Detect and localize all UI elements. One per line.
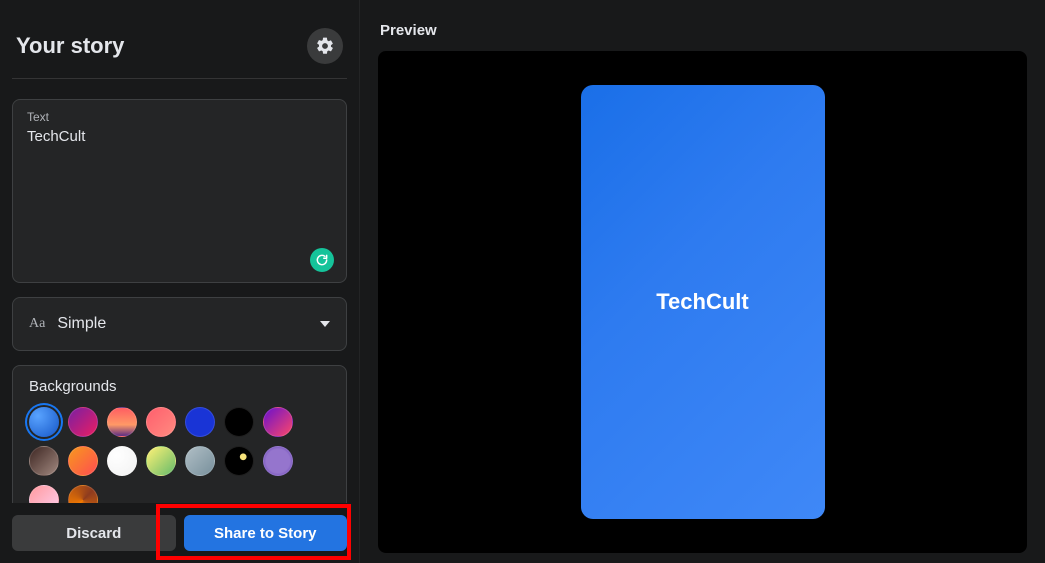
font-icon: Aa [29, 316, 45, 332]
sidebar-footer: Discard Share to Story [0, 503, 359, 563]
background-swatch[interactable] [146, 407, 176, 437]
text-field-value: TechCult [27, 128, 332, 145]
background-swatch[interactable] [185, 407, 215, 437]
background-swatch[interactable] [68, 407, 98, 437]
background-swatch-grid [29, 407, 330, 515]
background-swatch[interactable] [224, 446, 254, 476]
font-selector-value: Simple [57, 315, 106, 333]
chevron-down-icon [320, 321, 330, 327]
grammarly-icon[interactable] [310, 248, 334, 272]
preview-stage: TechCult [378, 51, 1027, 553]
page-title: Your story [16, 33, 124, 59]
backgrounds-title: Backgrounds [29, 378, 330, 395]
text-field-label: Text [27, 110, 332, 124]
background-swatch[interactable] [29, 446, 59, 476]
font-selector[interactable]: Aa Simple [12, 297, 347, 351]
story-card-preview[interactable]: TechCult [581, 85, 825, 519]
background-swatch[interactable] [263, 446, 293, 476]
backgrounds-panel: Backgrounds [12, 365, 347, 522]
preview-pane: Preview TechCult [360, 0, 1045, 563]
sidebar-header: Your story [12, 0, 347, 79]
share-button[interactable]: Share to Story [184, 515, 348, 551]
background-swatch[interactable] [146, 446, 176, 476]
background-swatch[interactable] [107, 407, 137, 437]
background-swatch[interactable] [263, 407, 293, 437]
background-swatch[interactable] [68, 446, 98, 476]
story-editor-sidebar: Your story Text TechCult Aa Simple Backg… [0, 0, 360, 563]
preview-label: Preview [378, 0, 1027, 51]
discard-button[interactable]: Discard [12, 515, 176, 551]
story-text-input[interactable]: Text TechCult [12, 99, 347, 283]
background-swatch[interactable] [29, 407, 59, 437]
background-swatch[interactable] [185, 446, 215, 476]
background-swatch[interactable] [107, 446, 137, 476]
gear-icon [315, 36, 335, 56]
background-swatch[interactable] [224, 407, 254, 437]
settings-button[interactable] [307, 28, 343, 64]
story-preview-text: TechCult [656, 289, 748, 315]
